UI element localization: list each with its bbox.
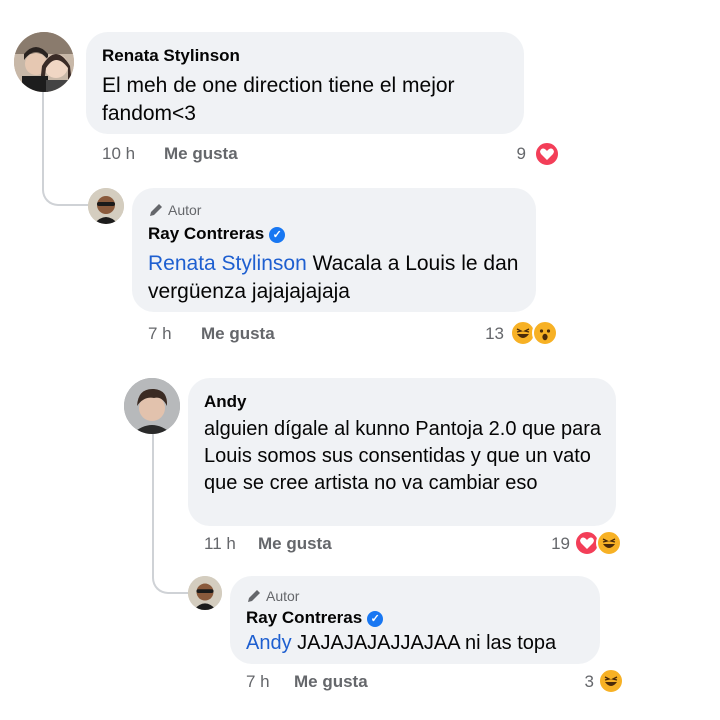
reaction-count[interactable]: 19 [534,534,570,554]
comment-text: Andy JAJAJAJAJJAJAA ni las topa [246,630,596,656]
like-button[interactable]: Me gusta [294,672,368,692]
comment-author[interactable]: Ray Contreras ✓ [246,608,384,628]
avatar[interactable] [88,188,124,224]
comment-author-name[interactable]: Ray Contreras [246,608,362,627]
comment-text: Renata Stylinson Wacala a Louis le dan v… [148,250,528,306]
thread-connector [42,92,92,206]
mention-link[interactable]: Renata Stylinson [148,252,307,275]
haha-icon [596,530,622,556]
pencil-icon [248,590,260,602]
comment-author[interactable]: Renata Stylinson [102,46,240,66]
author-badge-label: Autor [168,202,202,218]
like-button[interactable]: Me gusta [201,324,275,344]
haha-icon [598,668,624,694]
comment-bubble[interactable]: Renata Stylinson El meh de one direction… [86,32,524,134]
wow-icon [532,320,558,346]
avatar[interactable] [14,32,74,92]
heart-icon [534,141,560,167]
mention-link[interactable]: Andy [246,632,292,654]
comment-bubble[interactable]: Andy alguien dígale al kunno Pantoja 2.0… [188,378,616,526]
comment-bubble[interactable]: Autor Ray Contreras ✓ Renata Stylinson Wa… [132,188,536,312]
verified-badge-icon: ✓ [367,611,384,627]
reaction-count[interactable]: 13 [466,324,504,344]
comment-text: alguien dígale al kunno Pantoja 2.0 que … [204,418,601,494]
like-button[interactable]: Me gusta [258,534,332,554]
like-button[interactable]: Me gusta [164,144,238,164]
verified-badge-icon: ✓ [269,227,286,243]
author-badge: Autor [246,588,299,604]
comment-time[interactable]: 7 h [148,324,172,344]
comment-time[interactable]: 7 h [246,672,270,692]
comment-author[interactable]: Ray Contreras ✓ [148,224,286,244]
pencil-icon [150,204,162,216]
avatar[interactable] [124,378,180,434]
comment-author-name[interactable]: Ray Contreras [148,224,264,243]
reaction-count[interactable]: 3 [560,672,594,692]
author-badge: Autor [148,202,201,218]
comment-time[interactable]: 10 h [102,144,135,164]
comment-text: El meh de one direction tiene el mejor f… [102,74,455,125]
avatar[interactable] [188,576,222,610]
comment-bubble[interactable]: Autor Ray Contreras ✓ Andy JAJAJAJAJJAJAA… [230,576,600,664]
reaction-count[interactable]: 9 [490,144,526,164]
comment-time[interactable]: 11 h [204,534,236,554]
comment-author[interactable]: Andy [204,392,247,412]
author-badge-label: Autor [266,588,300,604]
comment-body: JAJAJAJAJJAJAA ni las topa [297,632,557,654]
